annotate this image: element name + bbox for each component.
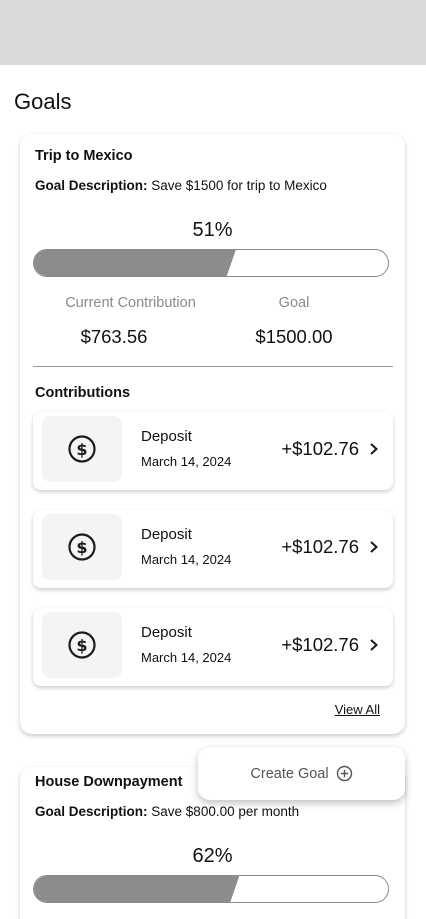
contribution-row[interactable]: $ Deposit March 14, 2024 +$102.76 xyxy=(33,608,393,686)
contribution-type: Deposit xyxy=(141,526,192,543)
create-goal-button[interactable]: Create Goal xyxy=(198,747,405,800)
goal-card-trip-to-mexico[interactable]: Trip to Mexico Goal Description: Save $1… xyxy=(20,134,405,734)
progress-bar xyxy=(33,875,389,903)
page-title: Goals xyxy=(14,89,72,114)
goal-description: Goal Description: Save $800.00 per month xyxy=(35,804,299,819)
goal-value: $1500.00 xyxy=(255,326,333,347)
goal-name: House Downpayment xyxy=(35,774,183,790)
contribution-amount: +$102.76 xyxy=(281,634,359,655)
goal-description-label: Goal Description: xyxy=(35,804,148,819)
progress-percent: 51% xyxy=(192,219,233,241)
view-all-link[interactable]: View All xyxy=(335,702,380,717)
svg-text:$: $ xyxy=(76,538,87,557)
contribution-amount: +$102.76 xyxy=(281,536,359,557)
svg-text:$: $ xyxy=(76,440,87,459)
plus-circle-icon xyxy=(336,765,352,782)
goal-name: Trip to Mexico xyxy=(35,148,133,164)
create-goal-label: Create Goal xyxy=(250,765,329,782)
contribution-type: Deposit xyxy=(141,624,192,641)
goal-description-text: Save $800.00 per month xyxy=(151,804,300,819)
goal-label: Goal xyxy=(278,295,310,311)
current-contribution-value: $763.56 xyxy=(80,326,148,347)
contributions-title: Contributions xyxy=(35,385,131,401)
contribution-date: March 14, 2024 xyxy=(141,552,232,567)
goal-description-label: Goal Description: xyxy=(35,178,148,193)
contribution-row[interactable]: $ Deposit March 14, 2024 +$102.76 xyxy=(33,510,393,588)
progress-fill xyxy=(34,876,239,902)
current-contribution-label: Current Contribution xyxy=(65,295,196,311)
contribution-type: Deposit xyxy=(141,428,192,445)
contribution-row[interactable]: $ Deposit March 14, 2024 +$102.76 xyxy=(33,412,393,490)
progress-bar xyxy=(33,249,389,277)
dollar-circle-icon: $ xyxy=(42,514,122,580)
progress-fill xyxy=(34,250,236,276)
dollar-circle-icon: $ xyxy=(42,416,122,482)
chevron-right-icon[interactable] xyxy=(367,442,381,456)
chevron-right-icon[interactable] xyxy=(367,540,381,554)
divider xyxy=(33,366,393,367)
progress-percent: 62% xyxy=(192,845,233,867)
contribution-amount: +$102.76 xyxy=(281,438,359,459)
contribution-date: March 14, 2024 xyxy=(141,454,232,469)
goal-description: Goal Description: Save $1500 for trip to… xyxy=(35,178,327,193)
goal-description-text: Save $1500 for trip to Mexico xyxy=(151,178,327,193)
dollar-circle-icon: $ xyxy=(42,612,122,678)
contribution-date: March 14, 2024 xyxy=(141,650,232,665)
status-bar xyxy=(0,0,426,65)
chevron-right-icon[interactable] xyxy=(367,638,381,652)
svg-text:$: $ xyxy=(76,636,87,655)
